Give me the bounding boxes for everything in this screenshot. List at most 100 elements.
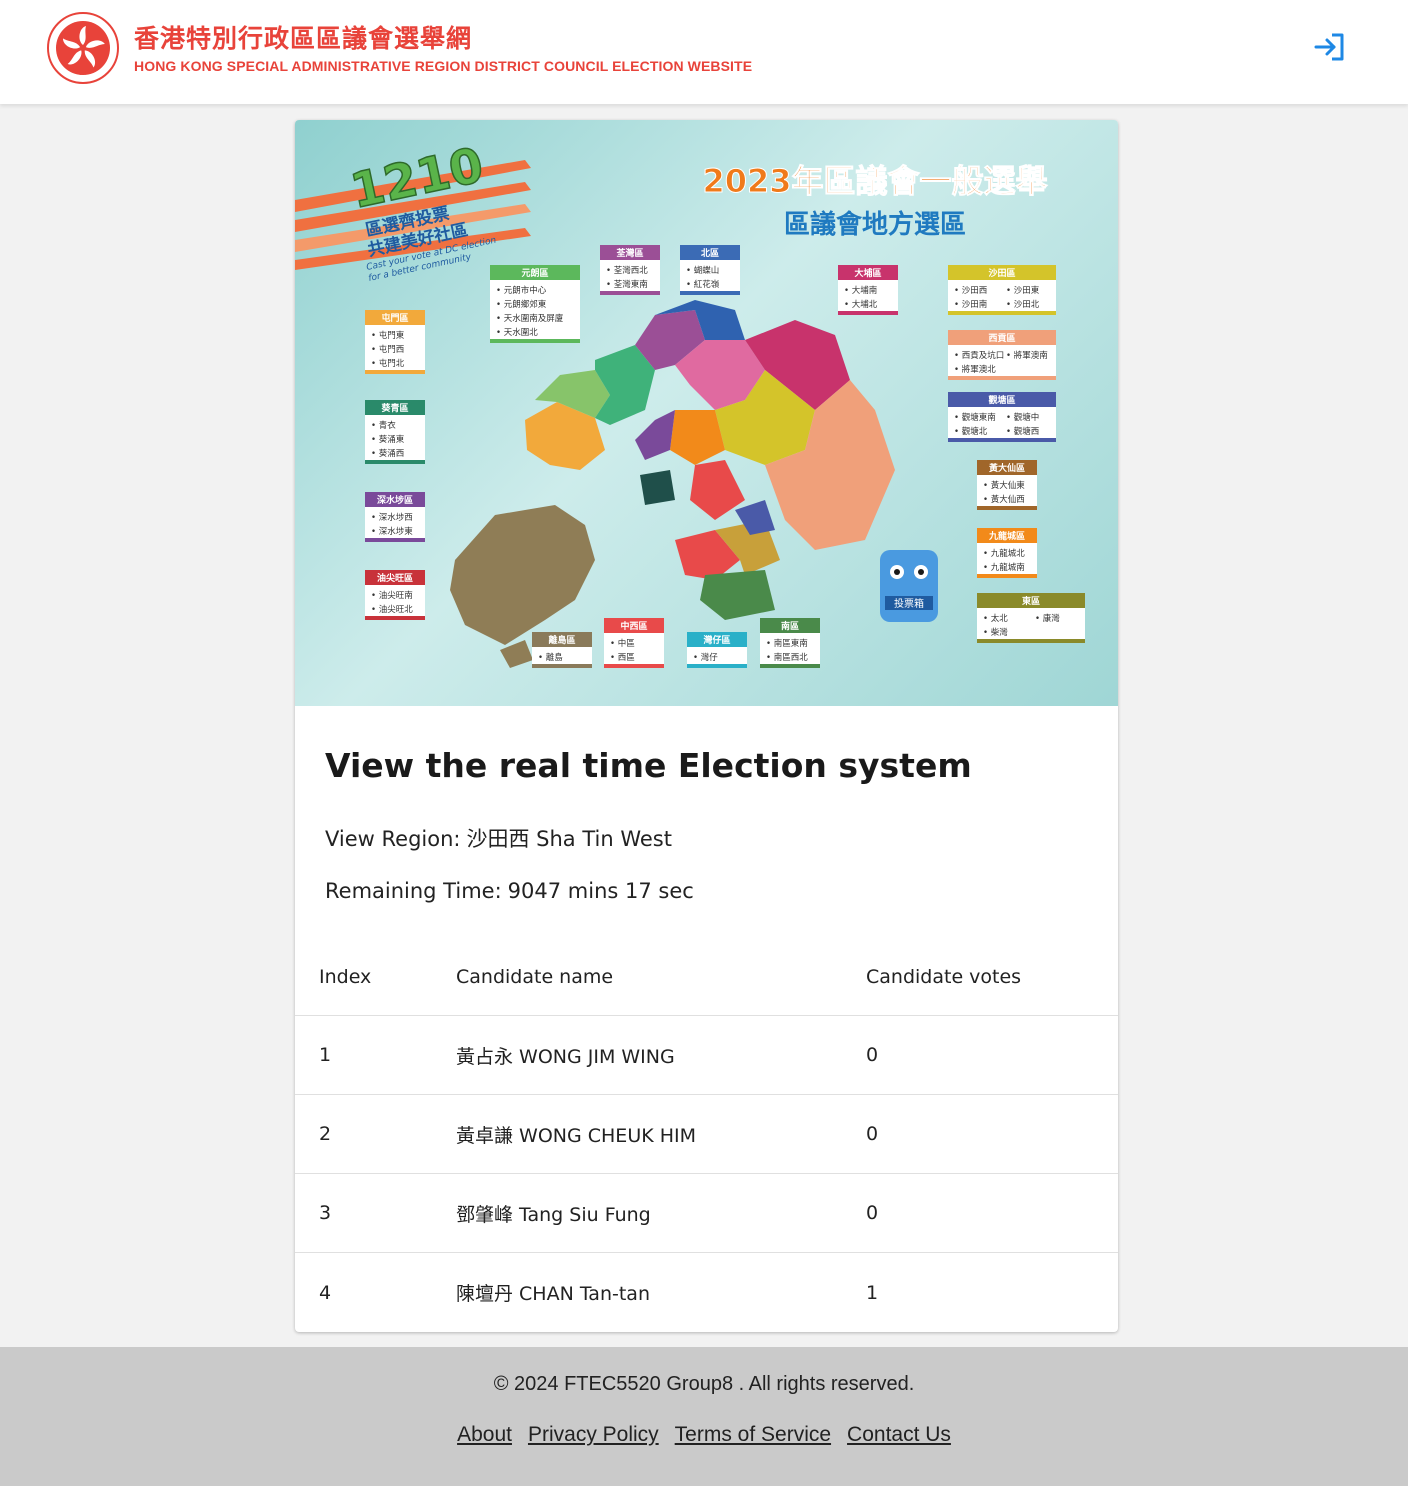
view-region-line: View Region: 沙田西 Sha Tin West: [325, 823, 672, 853]
row-candidate-votes: 0: [866, 1202, 879, 1224]
district-constituency: • 屯門西: [371, 344, 404, 355]
site-title-english: HONG KONG SPECIAL ADMINISTRATIVE REGION …: [134, 58, 753, 74]
remaining-time-value: 9047 mins 17 sec: [507, 879, 694, 903]
district-constituency: • 觀塘東南: [954, 412, 996, 423]
district-name: 深水埗區: [377, 494, 413, 506]
district-constituency: • 將軍澳北: [954, 364, 996, 375]
district-name: 離島區: [548, 634, 575, 646]
remaining-time-label: Remaining Time:: [325, 879, 502, 903]
district-constituency: • 深水埗東: [371, 526, 413, 537]
district-constituency: • 離島: [538, 652, 563, 663]
district-name: 元朗區: [521, 267, 548, 279]
footer-link-contact-us[interactable]: Contact Us: [847, 1423, 951, 1447]
footer-link-privacy-policy[interactable]: Privacy Policy: [528, 1423, 659, 1447]
district-box-footer: [490, 339, 580, 343]
district-constituency: • 南區東南: [766, 638, 808, 649]
district-constituency: • 元朗鄉郊東: [496, 299, 547, 310]
district-label-box: 大埔區 • 大埔南 • 大埔北: [838, 265, 898, 315]
district-constituency: • 蝴蝶山: [686, 265, 719, 276]
header-candidate-name: Candidate name: [456, 965, 614, 988]
district-constituency: • 屯門北: [371, 358, 405, 369]
district-name: 觀塘區: [988, 394, 1015, 406]
top-app-bar: HONG KONG 香港特別行政區區議會選舉網 HONG KONG SPECIA…: [0, 0, 1408, 104]
login-icon: [1314, 33, 1344, 61]
district-label-box: 沙田區• 沙田西 • 沙田東 • 沙田南 • 沙田北: [948, 265, 1056, 315]
district-constituency: • 九龍城北: [983, 548, 1025, 559]
district-name: 沙田區: [988, 268, 1015, 279]
view-region-label: View Region:: [325, 827, 461, 851]
row-index: 1: [319, 1044, 332, 1066]
footer-link-terms-of-service[interactable]: Terms of Service: [675, 1423, 831, 1447]
district-name: 中西區: [620, 620, 647, 632]
district-map-svg: 1210 區選齊投票 共建美好社區 Cast your vote at DC e…: [295, 136, 1085, 668]
footer: © 2024 FTEC5520 Group8 . All rights rese…: [0, 1347, 1408, 1486]
district-label-box: 北區 • 蝴蝶山 • 紅花嶺: [680, 245, 740, 295]
district-constituency: • 天水圍南及屏廈: [496, 313, 564, 324]
district-name: 南區: [781, 620, 799, 632]
district-name: 九龍城區: [988, 530, 1025, 542]
district-label-box: 灣仔區 • 灣仔: [687, 632, 747, 668]
district-label-box: 南區 • 南區東南 • 南區西北: [760, 618, 820, 668]
district-constituency: • 觀塘中: [1006, 412, 1039, 423]
district-label-box: 西貢區 • 西貢及坑口 • 將軍澳南 • 將軍澳北: [948, 330, 1056, 380]
district-constituency: • 柴灣: [983, 627, 1008, 638]
footer-link-about[interactable]: About: [457, 1423, 512, 1447]
district-box-footer: [760, 664, 820, 668]
candidate-table: Index Candidate name Candidate votes 1 黃…: [295, 938, 1118, 1332]
table-header-row: Index Candidate name Candidate votes: [295, 938, 1118, 1016]
district-constituency: • 黃大仙西: [983, 494, 1025, 505]
district-label-box: 黃大仙區 • 黃大仙東 • 黃大仙西: [977, 460, 1037, 510]
district-box-footer: [532, 664, 592, 668]
district-constituency: • 青衣: [371, 420, 396, 431]
table-row: 1 黃占永 WONG JIM WING 0: [295, 1016, 1118, 1095]
row-index: 3: [319, 1202, 332, 1224]
hksar-emblem-logo: HONG KONG: [46, 11, 120, 85]
district-box-footer: [365, 460, 425, 464]
table-row: 2 黃卓謙 WONG CHEUK HIM 0: [295, 1095, 1118, 1174]
district-constituency: • 沙田西: [954, 286, 987, 296]
district-box-footer: [948, 311, 1056, 315]
district-box-footer: [365, 538, 425, 542]
row-candidate-votes: 0: [866, 1123, 879, 1145]
district-name: 黃大仙區: [988, 462, 1025, 474]
row-index: 2: [319, 1123, 332, 1145]
district-constituency: • 荃灣東南: [606, 279, 648, 290]
election-card: 1210 區選齊投票 共建美好社區 Cast your vote at DC e…: [295, 120, 1118, 1332]
district-constituency: • 油尖旺北: [371, 604, 413, 615]
page-title: View the real time Election system: [325, 746, 972, 785]
district-label-box: 屯門區 • 屯門東 • 屯門西 • 屯門北: [365, 310, 425, 374]
district-box-footer: [977, 506, 1037, 510]
district-box-footer: [977, 574, 1037, 578]
district-box-footer: [687, 664, 747, 668]
district-label-box: 元朗區 • 元朗市中心 • 元朗鄉郊東 • 天水圍南及屏廈 • 天水圍北: [490, 265, 580, 343]
view-region-value: 沙田西 Sha Tin West: [466, 827, 672, 851]
header-index: Index: [319, 965, 372, 988]
row-candidate-name: 黃卓謙 WONG CHEUK HIM: [456, 1124, 697, 1147]
district-label-box: 荃灣區 • 荃灣西北 • 荃灣東南: [600, 245, 660, 295]
ballot-box-mascot: 投票箱: [880, 550, 938, 622]
district-label-box: 葵青區 • 青衣 • 葵涌東 • 葵涌西: [365, 400, 425, 464]
district-constituency: • 沙田北: [1006, 300, 1040, 310]
district-box-footer: [838, 311, 898, 315]
district-constituency: • 太北: [983, 613, 1008, 624]
district-box-footer: [365, 616, 425, 620]
login-button[interactable]: [1308, 28, 1350, 66]
district-constituency: • 大埔南: [844, 285, 877, 296]
district-constituency: • 九龍城南: [983, 562, 1025, 573]
district-constituency: • 天水圍北: [496, 327, 538, 338]
district-constituency: • 西貢及坑口: [954, 350, 1004, 361]
district-name: 荃灣區: [616, 247, 643, 259]
district-label-box: 離島區 • 離島: [532, 632, 592, 668]
row-candidate-votes: 1: [866, 1281, 879, 1304]
district-constituency: • 觀塘北: [954, 426, 988, 437]
district-name: 北區: [701, 247, 719, 259]
district-constituency: • 將軍澳南: [1006, 350, 1048, 361]
district-name: 東區: [1022, 595, 1040, 607]
district-label-box: 觀塘區 • 觀塘東南 • 觀塘中 • 觀塘北 • 觀塘西: [948, 392, 1056, 442]
district-label-box: 九龍城區 • 九龍城北 • 九龍城南: [977, 528, 1037, 578]
row-candidate-name: 陳壇丹 CHAN Tan-tan: [456, 1283, 650, 1305]
district-constituency: • 元朗市中心: [496, 285, 547, 296]
district-name: 葵青區: [380, 402, 408, 414]
district-box-footer: [600, 291, 660, 295]
header-candidate-votes: Candidate votes: [866, 965, 1022, 988]
